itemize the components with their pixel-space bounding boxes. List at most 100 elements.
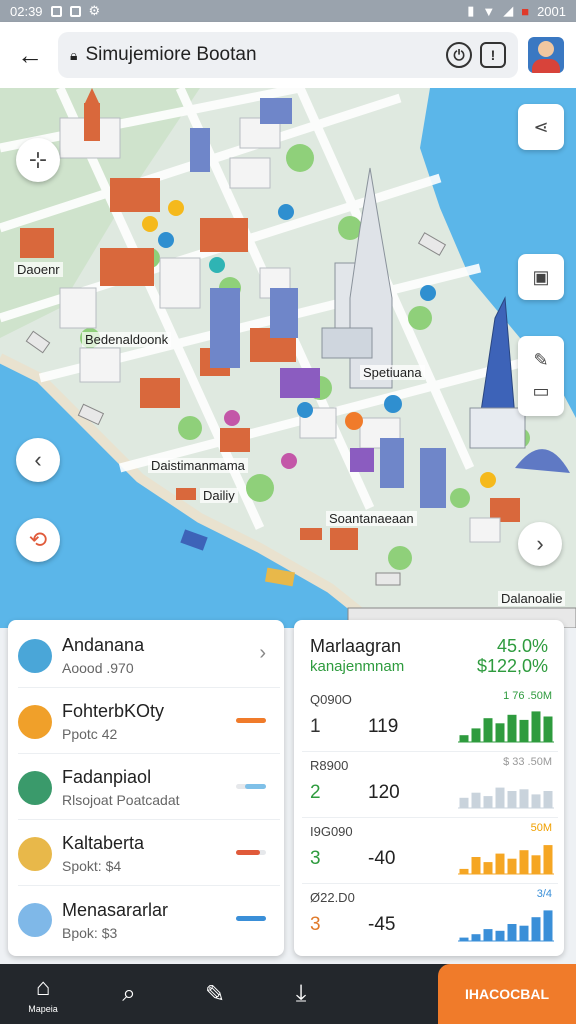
- gps-icon[interactable]: ⊹: [16, 138, 60, 182]
- map-label: Daistimanmama: [148, 458, 248, 473]
- mini-chart-bar: [519, 719, 529, 742]
- mini-chart-bar: [519, 850, 529, 874]
- map-label: Dalanoalie: [498, 591, 566, 606]
- layers-icon[interactable]: ▣: [518, 254, 564, 300]
- map-label: Spetiuana: [360, 365, 425, 380]
- list-item-name: FohterbKOty: [62, 701, 165, 721]
- mini-chart-bar: [519, 925, 529, 941]
- page-title: Simujemiore Bootan: [85, 44, 257, 65]
- primary-action-button[interactable]: IHACOCBAL: [438, 964, 576, 1024]
- download-icon[interactable]: ⤓: [258, 964, 344, 1024]
- map-label: Dailiy: [200, 488, 238, 503]
- avatar: [18, 836, 52, 871]
- alert-icon: ▮: [467, 3, 475, 18]
- mini-chart-bar: [459, 868, 469, 874]
- info-icon[interactable]: !: [480, 42, 506, 68]
- tools-icon[interactable]: ✎ ▭: [518, 336, 564, 416]
- mini-chart-bar: [459, 937, 469, 941]
- stat-value: 119: [368, 716, 399, 737]
- avatar: [18, 638, 52, 673]
- mini-chart-bar: [531, 855, 541, 874]
- list-item[interactable]: FohterbKOty Ppotc 42: [18, 690, 280, 754]
- share-icon[interactable]: ⋖: [518, 104, 564, 150]
- list-item-sub: Ppotc 42: [62, 726, 118, 742]
- mini-chart-bar: [507, 714, 517, 742]
- mini-chart-bar: [507, 858, 517, 874]
- mini-chart-bar: [519, 789, 529, 808]
- progress-bar: [236, 784, 266, 789]
- notification-icon: [50, 5, 62, 17]
- mini-chart-bar: [507, 791, 517, 808]
- status-right-text: 2001: [537, 3, 566, 19]
- progress-fill: [236, 850, 260, 855]
- chevron-left-icon[interactable]: ‹: [16, 438, 60, 482]
- status-bar: 02:39 ⚙ ▮ ▼ ◢ ■ 2001: [0, 0, 576, 22]
- people-list-panel: Andanana Aoood .970 › FohterbKOty Ppotc …: [8, 620, 284, 956]
- stats-panel: Marlaagran kanajenmnam 45.0% $122,0% Q09…: [294, 620, 564, 956]
- stat-value: -45: [368, 914, 396, 935]
- stat-code: Q090O: [310, 692, 352, 707]
- map-label: Soantanaeaan: [326, 511, 417, 526]
- stat-small: $ 33 .50M: [503, 756, 552, 768]
- wrench-icon[interactable]: ✎: [533, 350, 548, 371]
- home-icon: ⌂: [35, 974, 51, 1001]
- mini-chart-bar: [495, 787, 505, 808]
- mini-chart-bar: [471, 728, 481, 742]
- card-icon[interactable]: ▭: [532, 381, 549, 402]
- chevron-right-icon[interactable]: ›: [259, 642, 266, 665]
- avatar[interactable]: [528, 37, 564, 73]
- stat-rank: 3: [310, 914, 321, 935]
- progress-fill: [236, 916, 266, 921]
- list-item-sub: Bpok: $3: [62, 924, 118, 941]
- notification-icon: [69, 5, 81, 17]
- chevron-right-icon[interactable]: ›: [518, 522, 562, 566]
- mini-bar-chart: [458, 711, 554, 743]
- stat-row[interactable]: I9G090 3 -40 50M: [302, 818, 558, 884]
- edit-icon[interactable]: ✎: [172, 964, 258, 1024]
- list-item[interactable]: Fadanpiaol Rlsojoat Poatcadat: [18, 756, 280, 820]
- mini-chart-bar: [531, 917, 541, 941]
- mini-chart-bar: [471, 934, 481, 941]
- list-item[interactable]: Andanana Aoood .970 ›: [18, 624, 280, 688]
- stats-percent: 45.0%: [496, 636, 548, 656]
- list-item[interactable]: Menasararlar Bpok: $3: [18, 888, 280, 952]
- list-item-sub: Aoood .970: [62, 660, 134, 676]
- stat-code: Ø22.D0: [310, 890, 355, 905]
- progress-fill: [245, 784, 266, 789]
- list-item-sub: Spokt: $4: [62, 858, 122, 874]
- list-item-name: Kaltaberta: [62, 833, 145, 853]
- mini-chart-bar: [495, 930, 505, 941]
- stat-row[interactable]: Q090O 1 119 1 76 .50M: [302, 686, 558, 752]
- power-icon[interactable]: ⏻: [446, 42, 472, 68]
- stat-rank: 2: [310, 782, 321, 803]
- avatar: [18, 704, 52, 739]
- map-label: Bedenaldoonk: [82, 332, 172, 347]
- back-arrow-icon[interactable]: ←: [12, 37, 48, 73]
- lock-icon: 🔒︎: [70, 46, 78, 63]
- stats-subtitle: kanajenmnam: [310, 658, 405, 675]
- mini-chart-bar: [459, 797, 469, 808]
- nav-home-label: Mapeia: [28, 1004, 58, 1014]
- compass-icon[interactable]: ⟲: [16, 518, 60, 562]
- stat-row[interactable]: R8900 2 120 $ 33 .50M: [302, 752, 558, 818]
- stat-code: R8900: [310, 758, 349, 773]
- mini-bar-chart: [458, 787, 554, 809]
- mini-bar-chart: [458, 910, 554, 942]
- mini-chart-bar: [483, 718, 493, 742]
- stat-row[interactable]: Ø22.D0 3 -45 3/4: [302, 884, 558, 950]
- stat-value: -40: [368, 848, 396, 869]
- address-bar[interactable]: 🔒︎ Simujemiore Bootan ⏻ !: [58, 32, 518, 78]
- stat-code: I9G090: [310, 824, 353, 839]
- search-icon[interactable]: ⌕: [86, 964, 172, 1024]
- settings-icon: ⚙: [88, 3, 101, 18]
- progress-bar: [236, 916, 266, 921]
- nav-home[interactable]: ⌂ Mapeia: [0, 964, 86, 1024]
- progress-bar: [236, 718, 266, 723]
- stat-rank: 1: [310, 716, 321, 737]
- city-map[interactable]: Daoenr Bedenaldoonk Spetiuana Daistimanm…: [0, 88, 576, 628]
- list-item[interactable]: Kaltaberta Spokt: $4: [18, 822, 280, 886]
- mini-chart-bar: [543, 791, 553, 808]
- mini-chart-bar: [495, 853, 505, 874]
- mini-chart-bar: [483, 929, 493, 941]
- map-canvas: [0, 88, 576, 628]
